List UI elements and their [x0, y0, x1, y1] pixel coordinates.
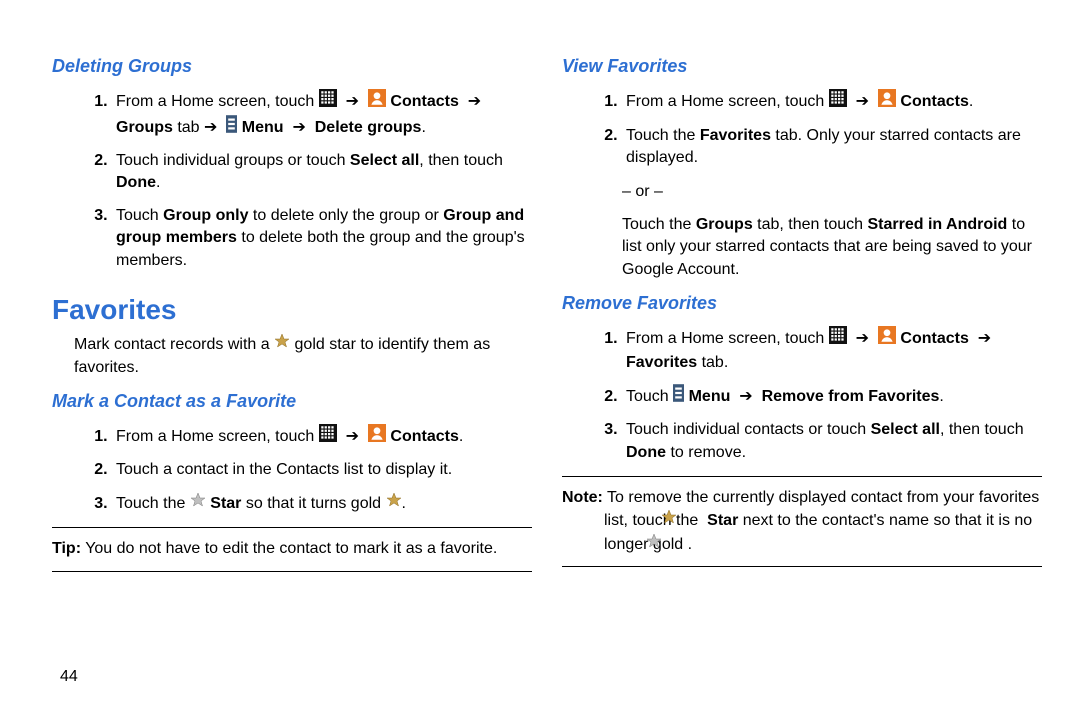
step-text: to delete only the group or — [248, 207, 443, 224]
divider — [562, 566, 1042, 567]
arrow-icon: ➔ — [856, 330, 869, 347]
remove-favorites-steps: From a Home screen, touch ➔ Contacts ➔ F… — [562, 326, 1042, 464]
step-text: Touch individual contacts or touch — [626, 421, 871, 438]
heading-remove-favorites: Remove Favorites — [562, 291, 1042, 316]
arrow-icon: ➔ — [346, 93, 359, 110]
label-group-only: Group only — [163, 207, 248, 224]
list-item: From a Home screen, touch ➔ Contacts. — [622, 89, 1042, 114]
heading-deleting-groups: Deleting Groups — [52, 54, 532, 79]
note-label: Note: — [562, 489, 603, 506]
step-text: tab. — [697, 354, 728, 371]
note-text: Note: To remove the currently displayed … — [562, 487, 1042, 556]
step-text: Touch — [116, 207, 163, 224]
arrow-icon: ➔ — [978, 330, 991, 347]
contacts-icon — [368, 89, 386, 114]
step-text: From a Home screen, touch — [116, 428, 319, 445]
step-text: From a Home screen, touch — [116, 93, 319, 110]
list-item: Touch individual groups or touch Select … — [112, 150, 532, 195]
list-item: Touch Menu ➔ Remove from Favorites. — [622, 384, 1042, 409]
divider — [562, 476, 1042, 477]
arrow-icon: ➔ — [739, 388, 752, 405]
label-select-all: Select all — [350, 152, 419, 169]
step-text: , then touch — [940, 421, 1024, 438]
arrow-icon: ➔ — [856, 93, 869, 110]
step-text: From a Home screen, touch — [626, 330, 829, 347]
label-star: Star — [210, 495, 241, 512]
label-contacts: Contacts — [900, 330, 968, 347]
step-text: tab — [173, 119, 204, 136]
or-text: Touch the Groups tab, then touch Starred… — [622, 214, 1042, 281]
label-groups: Groups — [116, 119, 173, 136]
label-contacts: Contacts — [390, 428, 458, 445]
page-number: 44 — [60, 666, 78, 688]
arrow-icon: ➔ — [292, 119, 305, 136]
favorites-intro: Mark contact records with a gold star to… — [74, 333, 532, 379]
step-text: Touch the — [626, 127, 700, 144]
apps-icon — [319, 424, 337, 449]
label-menu: Menu — [242, 119, 284, 136]
step-text: so that it turns gold — [246, 495, 386, 512]
label-select-all: Select all — [871, 421, 940, 438]
step-text: Touch individual groups or touch — [116, 152, 350, 169]
intro-text: Mark contact records with a — [74, 336, 274, 353]
step-text: Touch — [626, 388, 673, 405]
star-grey-icon — [190, 492, 206, 515]
label-favorites: Favorites — [700, 127, 771, 144]
arrow-icon: ➔ — [468, 93, 481, 110]
star-gold-icon — [386, 492, 402, 515]
step-text: Touch the — [116, 495, 190, 512]
list-item: Touch individual contacts or touch Selec… — [622, 419, 1042, 464]
apps-icon — [829, 89, 847, 114]
divider — [52, 571, 532, 572]
label-groups: Groups — [696, 216, 753, 233]
label-favorites: Favorites — [626, 354, 697, 371]
menu-icon — [226, 115, 237, 140]
step-text: Touch a contact in the Contacts list to … — [116, 461, 452, 478]
tip-text: You do not have to edit the contact to m… — [81, 540, 497, 557]
apps-icon — [829, 326, 847, 351]
step-text: to remove. — [666, 444, 746, 461]
right-column: View Favorites From a Home screen, touch… — [562, 50, 1042, 582]
view-favorites-steps: From a Home screen, touch ➔ Contacts. To… — [562, 89, 1042, 169]
left-column: Deleting Groups From a Home screen, touc… — [52, 50, 532, 582]
period: . — [688, 536, 692, 553]
heading-favorites: Favorites — [52, 290, 532, 329]
list-item: Touch Group only to delete only the grou… — [112, 205, 532, 272]
label-contacts: Contacts — [390, 93, 458, 110]
apps-icon — [319, 89, 337, 114]
label-menu: Menu — [689, 388, 731, 405]
step-text: Touch the — [622, 216, 696, 233]
list-item: Touch the Favorites tab. Only your starr… — [622, 125, 1042, 170]
star-gold-icon — [274, 333, 290, 356]
step-text: tab, then touch — [753, 216, 868, 233]
arrow-icon: ➔ — [346, 428, 359, 445]
label-contacts: Contacts — [900, 93, 968, 110]
arrow-icon: ➔ — [204, 119, 217, 136]
list-item: From a Home screen, touch ➔ Contacts. — [112, 424, 532, 449]
list-item: Touch the Star so that it turns gold . — [112, 492, 532, 515]
mark-favorite-steps: From a Home screen, touch ➔ Contacts. To… — [52, 424, 532, 515]
tip-note: Tip: You do not have to edit the contact… — [52, 538, 532, 560]
contacts-icon — [368, 424, 386, 449]
or-separator: – or – — [622, 181, 1042, 203]
label-starred-android: Starred in Android — [867, 216, 1007, 233]
list-item: Touch a contact in the Contacts list to … — [112, 459, 532, 481]
label-done: Done — [116, 174, 156, 191]
deleting-groups-steps: From a Home screen, touch ➔ Contacts ➔ G… — [52, 89, 532, 272]
step-text: From a Home screen, touch — [626, 93, 829, 110]
contacts-icon — [878, 326, 896, 351]
tip-label: Tip: — [52, 540, 81, 557]
divider — [52, 527, 532, 528]
label-done: Done — [626, 444, 666, 461]
list-item: From a Home screen, touch ➔ Contacts ➔ G… — [112, 89, 532, 140]
step-text: , then touch — [419, 152, 503, 169]
label-star: Star — [707, 512, 738, 529]
list-item: From a Home screen, touch ➔ Contacts ➔ F… — [622, 326, 1042, 374]
label-remove-favorites: Remove from Favorites — [762, 388, 940, 405]
label-delete-groups: Delete groups — [315, 119, 422, 136]
contacts-icon — [878, 89, 896, 114]
heading-mark-favorite: Mark a Contact as a Favorite — [52, 389, 532, 414]
menu-icon — [673, 384, 684, 409]
heading-view-favorites: View Favorites — [562, 54, 1042, 79]
